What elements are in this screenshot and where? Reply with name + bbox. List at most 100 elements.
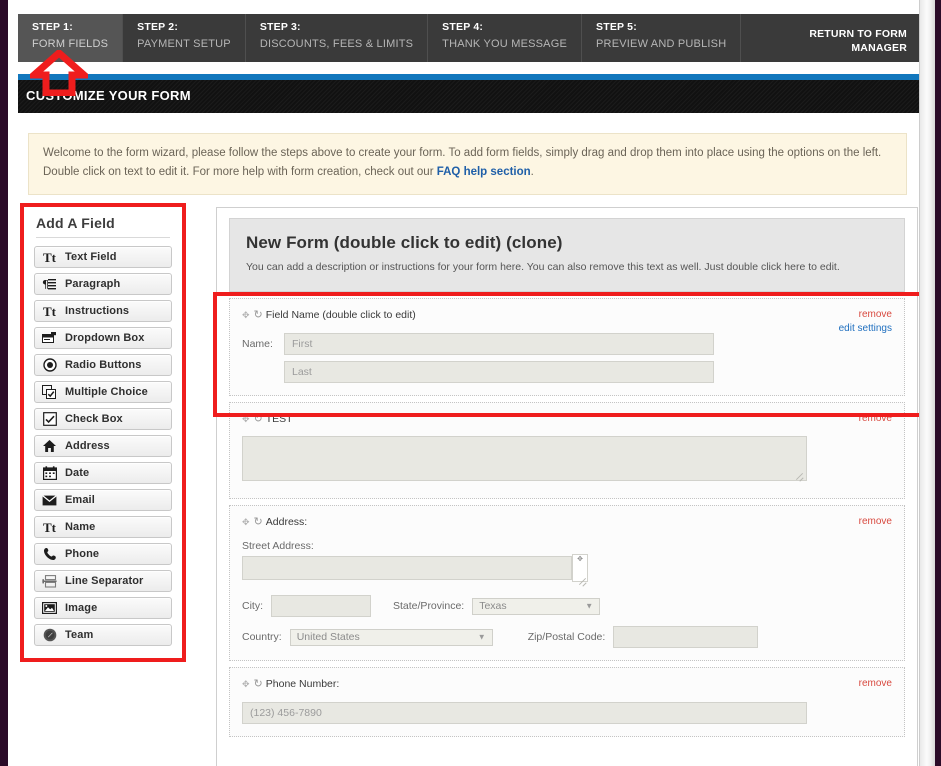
form-builder-inner: New Form (double click to edit) (clone) … xyxy=(217,208,917,737)
field-button-line-separator[interactable]: Line Separator xyxy=(34,570,172,592)
zip-postal-code-input[interactable] xyxy=(613,626,759,648)
form-title[interactable]: New Form (double click to edit) (clone) xyxy=(246,233,888,253)
name-last-row xyxy=(242,361,892,383)
text-tt-icon: Tt xyxy=(43,519,56,535)
field-block-header: ✥ ↻ Field Name (double click to edit) xyxy=(242,309,892,323)
country-label: Country: xyxy=(242,631,282,643)
field-button-label: Name xyxy=(65,521,96,533)
city-input[interactable] xyxy=(271,595,371,617)
clone-refresh-icon[interactable]: ↻ xyxy=(254,678,263,690)
field-button-team[interactable]: Team xyxy=(34,624,172,646)
zip-postal-code-label: Zip/Postal Code: xyxy=(527,631,606,643)
field-button-radio-buttons[interactable]: Radio Buttons xyxy=(34,354,172,376)
page-scrollbar[interactable] xyxy=(919,0,935,766)
test-textarea-wrap xyxy=(242,436,807,486)
welcome-text-after: . xyxy=(530,166,534,178)
wizard-step-2[interactable]: STEP 2: PAYMENT SETUP xyxy=(123,14,246,62)
wizard-step-4[interactable]: STEP 4: THANK YOU MESSAGE xyxy=(428,14,583,62)
phone-number-input[interactable] xyxy=(242,702,807,724)
step-2-label: PAYMENT SETUP xyxy=(137,38,231,50)
field-button-address[interactable]: Address xyxy=(34,435,172,457)
field-block-title[interactable]: Phone Number: xyxy=(266,678,340,690)
return-to-form-manager-link[interactable]: RETURN TO FORM MANAGER xyxy=(795,21,919,55)
field-button-date[interactable]: Date xyxy=(34,462,172,484)
chevron-down-icon: ▼ xyxy=(477,632,486,642)
state-province-value: Texas xyxy=(479,600,507,612)
state-province-label: State/Province: xyxy=(393,600,465,612)
field-block-actions: remove xyxy=(859,677,892,691)
check-box-icon xyxy=(41,412,58,427)
edit-settings-link[interactable]: edit settings xyxy=(839,322,892,336)
step-5-number: STEP 5: xyxy=(596,21,637,33)
field-button-label: Instructions xyxy=(65,305,130,317)
state-province-select[interactable]: Texas ▼ xyxy=(472,597,601,615)
faq-help-section-link[interactable]: FAQ help section xyxy=(437,166,531,178)
step-4-number: STEP 4: xyxy=(442,21,484,33)
form-builder-panel: New Form (double click to edit) (clone) … xyxy=(216,207,918,766)
field-block-address[interactable]: ✥ ↻ Address: remove Street Address: ✥ Ci… xyxy=(229,505,905,661)
field-block-field-name[interactable]: ✥ ↻ Field Name (double click to edit) re… xyxy=(229,298,905,396)
field-button-label: Radio Buttons xyxy=(65,359,142,371)
wizard-step-1[interactable]: STEP 1: FORM FIELDS xyxy=(18,14,124,62)
remove-link[interactable]: remove xyxy=(859,515,892,529)
svg-text:¶: ¶ xyxy=(42,278,49,290)
drag-handle-icon[interactable]: ✥ xyxy=(242,516,250,528)
app-window: STEP 1: FORM FIELDS STEP 2: PAYMENT SETU… xyxy=(0,0,941,766)
wizard-step-3[interactable]: STEP 3: DISCOUNTS, FEES & LIMITS xyxy=(246,14,429,62)
wizard-step-5[interactable]: STEP 5: PREVIEW AND PUBLISH xyxy=(582,14,742,62)
field-button-instructions[interactable]: Tt Instructions xyxy=(34,300,172,322)
first-name-input[interactable] xyxy=(284,333,714,355)
street-address-move-handle[interactable]: ✥ xyxy=(572,554,588,565)
field-button-phone[interactable]: Phone xyxy=(34,543,172,565)
last-name-input[interactable] xyxy=(284,361,714,383)
clone-refresh-icon[interactable]: ↻ xyxy=(254,516,263,528)
clone-refresh-icon[interactable]: ↻ xyxy=(254,309,263,321)
test-textarea[interactable] xyxy=(242,436,807,481)
step-2-number: STEP 2: xyxy=(137,21,179,33)
home-icon xyxy=(41,439,58,454)
field-button-email[interactable]: Email xyxy=(34,489,172,511)
remove-link[interactable]: remove xyxy=(859,412,892,426)
name-label: Name: xyxy=(242,338,273,350)
country-zip-row: Country: United States ▼ Zip/Postal Code… xyxy=(242,626,892,648)
welcome-notice-text: Welcome to the form wizard, please follo… xyxy=(43,144,892,182)
field-button-multiple-choice[interactable]: Multiple Choice xyxy=(34,381,172,403)
field-block-test[interactable]: ✥ ↻ TEST remove xyxy=(229,402,905,499)
wizard-step-nav: STEP 1: FORM FIELDS STEP 2: PAYMENT SETU… xyxy=(18,14,919,62)
country-value: United States xyxy=(296,631,360,643)
window-frame-right xyxy=(935,0,941,766)
street-address-label: Street Address: xyxy=(242,540,314,552)
step-4-label: THANK YOU MESSAGE xyxy=(442,38,568,50)
street-address-textarea[interactable] xyxy=(242,556,572,580)
remove-link[interactable]: remove xyxy=(859,677,892,691)
field-button-check-box[interactable]: Check Box xyxy=(34,408,172,430)
field-block-title[interactable]: Address: xyxy=(266,516,307,528)
field-block-phone-number[interactable]: ✥ ↻ Phone Number: remove xyxy=(229,667,905,737)
phone-icon xyxy=(41,547,58,562)
remove-link[interactable]: remove xyxy=(839,308,892,322)
field-block-title[interactable]: Field Name (double click to edit) xyxy=(266,309,416,321)
drag-handle-icon[interactable]: ✥ xyxy=(242,678,250,690)
field-button-name[interactable]: Tt Name xyxy=(34,516,172,538)
field-block-actions: remove xyxy=(859,515,892,529)
add-a-field-title: Add A Field xyxy=(36,215,115,231)
text-tt-icon: Tt xyxy=(43,303,56,319)
drag-handle-icon[interactable]: ✥ xyxy=(242,309,250,321)
field-button-image[interactable]: Image xyxy=(34,597,172,619)
clone-refresh-icon[interactable]: ↻ xyxy=(254,413,263,425)
step-3-number: STEP 3: xyxy=(259,21,301,33)
field-block-actions: remove edit settings xyxy=(839,308,892,336)
form-header-block[interactable]: New Form (double click to edit) (clone) … xyxy=(229,218,905,292)
field-button-text-field[interactable]: Tt Text Field xyxy=(34,246,172,268)
step-5-label: PREVIEW AND PUBLISH xyxy=(596,38,727,50)
form-description[interactable]: You can add a description or instruction… xyxy=(246,260,888,275)
field-block-title[interactable]: TEST xyxy=(266,413,293,425)
field-button-paragraph[interactable]: ¶ Paragraph xyxy=(34,273,172,295)
drag-handle-icon[interactable]: ✥ xyxy=(242,413,250,425)
welcome-notice: Welcome to the form wizard, please follo… xyxy=(28,133,907,195)
field-button-label: Date xyxy=(65,467,90,479)
field-button-dropdown-box[interactable]: Dropdown Box xyxy=(34,327,172,349)
street-address-resize-box[interactable] xyxy=(572,565,588,582)
country-select[interactable]: United States ▼ xyxy=(289,628,493,646)
multiple-choice-icon xyxy=(41,385,58,400)
